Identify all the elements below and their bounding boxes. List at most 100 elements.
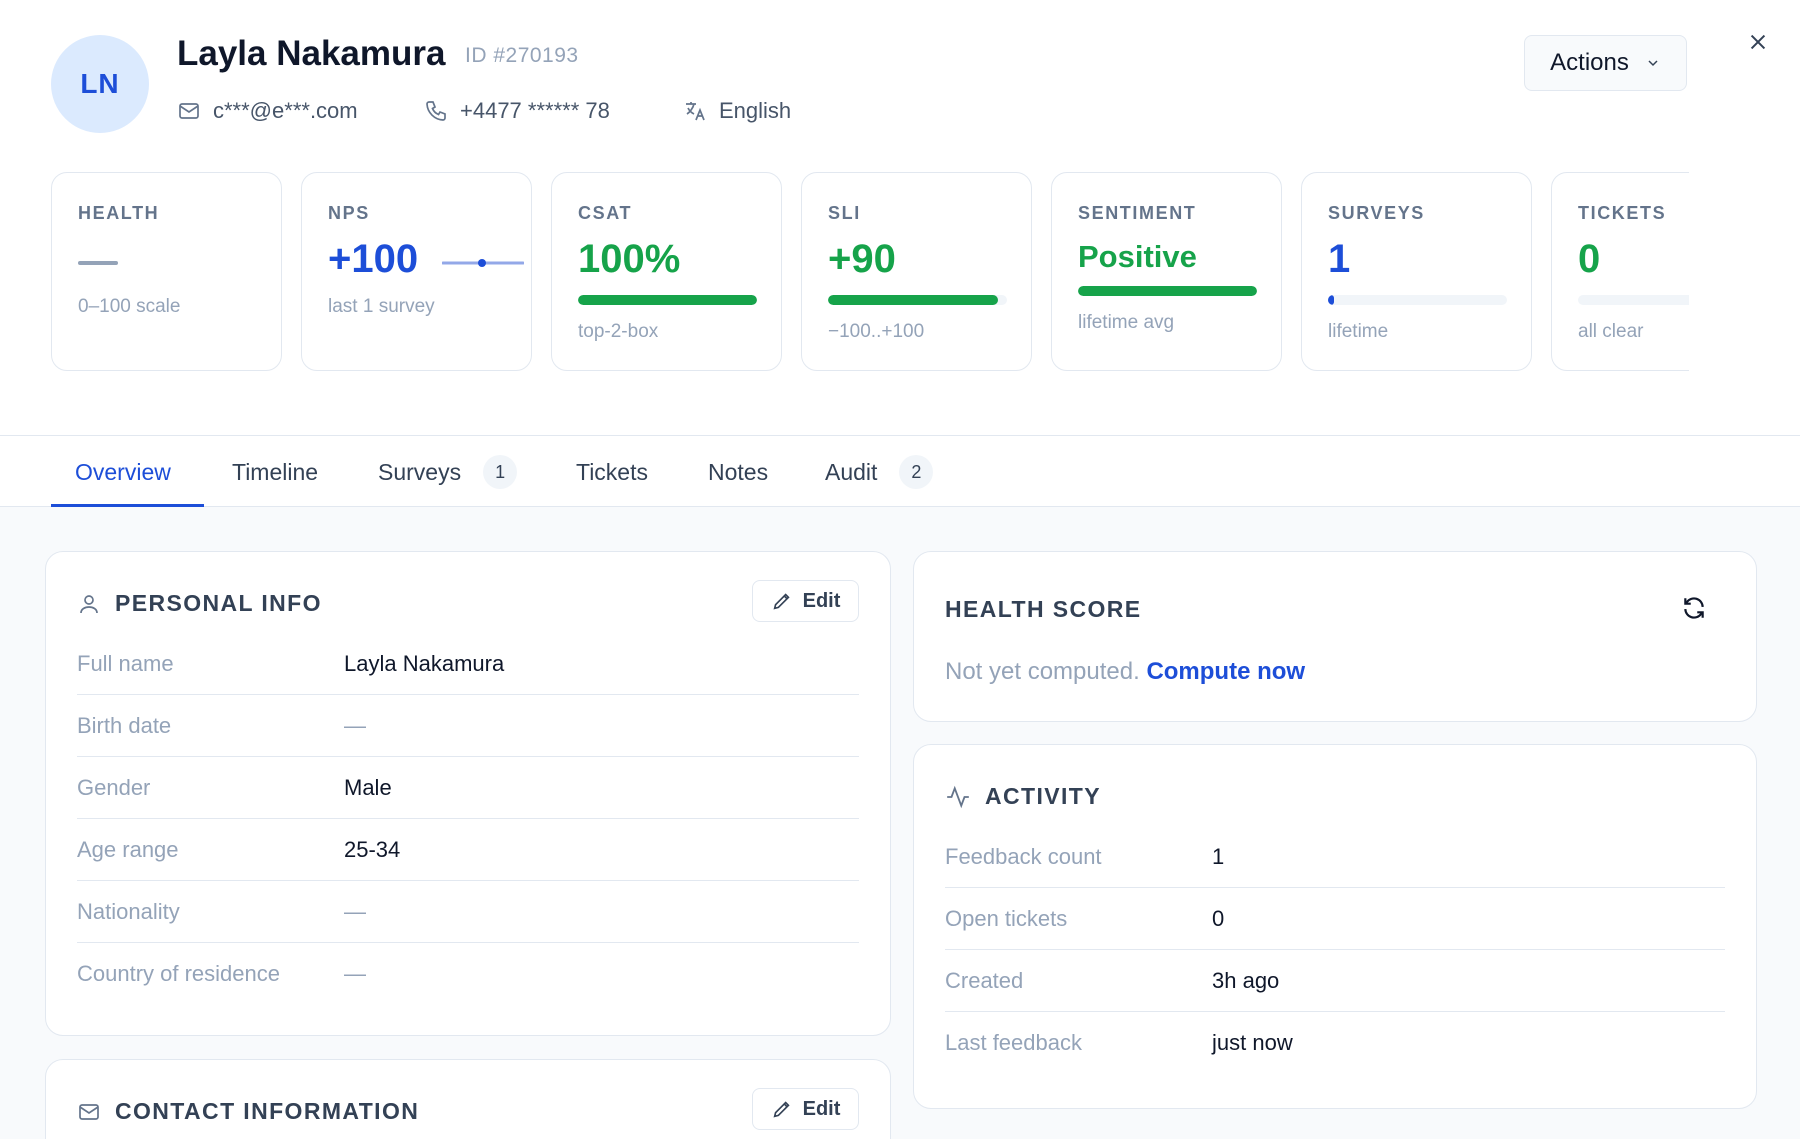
pencil-icon	[773, 1101, 790, 1118]
row-value: 0	[1212, 905, 1225, 931]
metric-value: 1	[1328, 237, 1351, 281]
language-value: English	[719, 98, 792, 123]
panel-title-text: ACTIVITY	[985, 783, 1101, 809]
email-value: c***@e***.com	[213, 98, 358, 123]
tab-overview[interactable]: Overview	[75, 437, 171, 507]
row-value: just now	[1212, 1030, 1293, 1055]
customer-header: LN Layla Nakamura ID #270193 c***@e***.c…	[0, 0, 1800, 436]
metric-card-csat[interactable]: CSAT 100% top-2-box	[551, 172, 782, 371]
tab-label: Tickets	[576, 458, 648, 485]
tab-label: Notes	[708, 458, 769, 485]
metric-card-health[interactable]: HEALTH 0–100 scale	[51, 172, 282, 371]
metric-sub: top-2-box	[578, 321, 659, 342]
metric-card-tickets[interactable]: TICKETS 0 all clear	[1551, 172, 1689, 371]
close-button[interactable]	[1744, 28, 1772, 56]
contact-info-panel: CONTACT INFORMATION Edit	[45, 1059, 891, 1139]
metric-card-surveys[interactable]: SURVEYS 1 lifetime	[1301, 172, 1532, 371]
health-score-panel: HEALTH SCORE Not yet computed. Compute n…	[913, 551, 1757, 722]
row-value: —	[344, 898, 366, 924]
tab-tickets[interactable]: Tickets	[576, 437, 648, 507]
metric-value: Positive	[1078, 239, 1197, 274]
tab-bar: Overview Timeline Surveys 1 Tickets Note…	[0, 437, 1800, 507]
tab-label: Overview	[75, 458, 171, 485]
overview-content: PERSONAL INFO Edit Full name Layla Nakam…	[0, 507, 1800, 1139]
metric-label: TICKETS	[1578, 203, 1667, 223]
phone-icon	[426, 101, 446, 121]
row-key: Open tickets	[945, 905, 1068, 931]
activity-row-last-feedback: Last feedback just now	[945, 1012, 1725, 1074]
tab-notes[interactable]: Notes	[708, 437, 768, 507]
metric-label: SLI	[828, 203, 861, 223]
panel-title: HEALTH SCORE	[945, 596, 1142, 623]
edit-contact-info-button[interactable]: Edit	[752, 1088, 859, 1130]
metric-card-nps[interactable]: NPS +100 last 1 survey	[301, 172, 532, 371]
panel-title: PERSONAL INFO	[77, 590, 322, 617]
row-key: Country of residence	[77, 961, 280, 986]
tab-timeline[interactable]: Timeline	[232, 437, 318, 507]
actions-button[interactable]: Actions	[1524, 35, 1687, 91]
metric-label: SENTIMENT	[1078, 203, 1197, 223]
edit-label: Edit	[802, 1097, 841, 1120]
metric-sub: lifetime	[1328, 321, 1389, 342]
info-row-age-range: Age range 25-34	[77, 819, 859, 881]
user-icon	[80, 594, 98, 613]
metric-sub: −100..+100	[828, 321, 925, 342]
activity-icon	[947, 785, 969, 808]
metric-label: NPS	[328, 203, 370, 223]
row-key: Nationality	[77, 898, 180, 924]
panel-title: ACTIVITY	[945, 783, 1101, 810]
metric-value: +100	[328, 237, 419, 281]
chevron-down-icon	[1648, 60, 1658, 67]
compute-now-link[interactable]: Compute now	[1146, 658, 1305, 685]
panel-title-text: HEALTH SCORE	[945, 596, 1142, 622]
row-value: —	[344, 712, 366, 738]
edit-label: Edit	[802, 589, 841, 612]
row-key: Gender	[77, 774, 151, 800]
metric-card-sentiment[interactable]: SENTIMENT Positive lifetime avg	[1051, 172, 1282, 371]
customer-name: Layla Nakamura	[177, 34, 446, 73]
row-key: Last feedback	[945, 1030, 1082, 1055]
metric-card-sli[interactable]: SLI +90 −100..+100	[801, 172, 1032, 371]
tab-audit[interactable]: Audit 2	[825, 437, 934, 507]
avatar: LN	[51, 35, 149, 133]
mail-icon	[179, 103, 199, 119]
metric-label: HEALTH	[78, 203, 160, 223]
metric-value: 100%	[578, 237, 681, 281]
row-key: Feedback count	[945, 843, 1102, 869]
row-key: Age range	[77, 836, 179, 862]
mail-icon	[79, 1103, 99, 1120]
activity-row-open-tickets: Open tickets 0	[945, 888, 1725, 950]
activity-row-created: Created 3h ago	[945, 950, 1725, 1012]
health-score-status: Not yet computed. Compute now	[945, 658, 1305, 686]
refresh-icon[interactable]	[1681, 595, 1707, 621]
personal-info-panel: PERSONAL INFO Edit Full name Layla Nakam…	[45, 551, 891, 1036]
panel-title: CONTACT INFORMATION	[77, 1098, 419, 1125]
info-row-full-name: Full name Layla Nakamura	[77, 633, 859, 695]
metric-sub: all clear	[1578, 321, 1644, 342]
phone-meta: +4477 ****** 78	[424, 96, 610, 126]
metric-sub: last 1 survey	[328, 296, 435, 317]
row-value: 1	[1212, 843, 1225, 869]
phone-value: +4477 ****** 78	[460, 98, 610, 123]
actions-label: Actions	[1550, 49, 1629, 76]
language-meta: English	[683, 96, 791, 126]
row-value: 3h ago	[1212, 967, 1280, 993]
info-row-birth-date: Birth date —	[77, 695, 859, 757]
tab-label: Audit	[825, 458, 878, 485]
row-value: Layla Nakamura	[344, 650, 505, 676]
email-meta: c***@e***.com	[177, 96, 358, 126]
tickets-bar	[1578, 295, 1689, 305]
count-badge: 2	[899, 455, 934, 489]
csat-bar	[578, 295, 757, 305]
edit-personal-info-button[interactable]: Edit	[752, 580, 859, 622]
pencil-icon	[773, 593, 790, 610]
row-value: —	[344, 961, 366, 986]
tab-label: Surveys	[378, 458, 462, 485]
sli-bar	[828, 295, 1007, 305]
info-row-gender: Gender Male	[77, 757, 859, 819]
row-value: Male	[344, 774, 392, 800]
empty-value-dash	[78, 261, 118, 265]
sentiment-bar	[1078, 286, 1257, 296]
metrics-strip: HEALTH 0–100 scale NPS +100 last 1 surve…	[51, 172, 1689, 372]
tab-surveys[interactable]: Surveys 1	[378, 437, 518, 507]
